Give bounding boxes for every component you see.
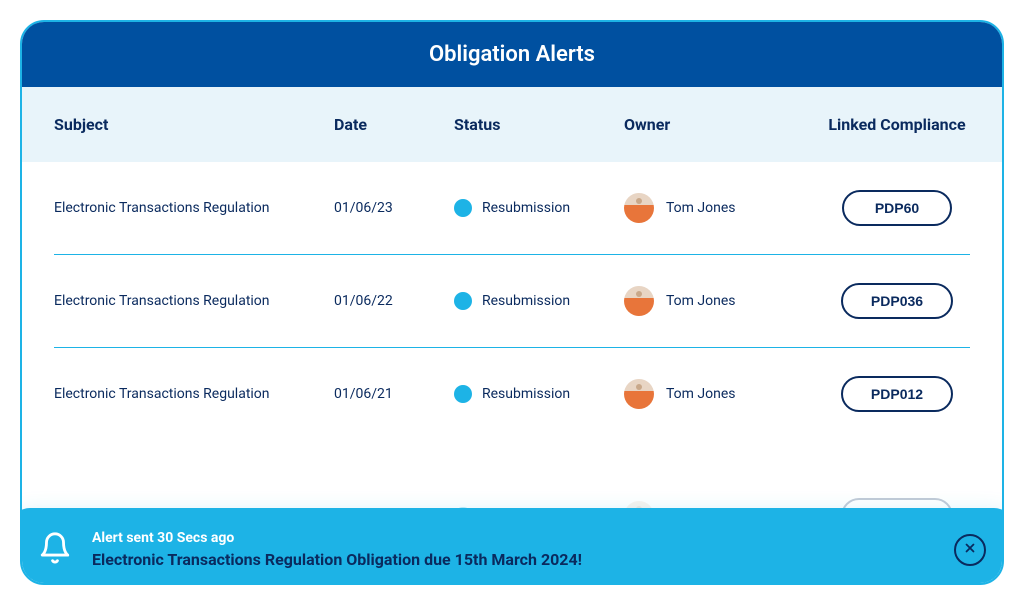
owner-name: Tom Jones [666, 293, 736, 309]
cell-subject: Electronic Transactions Regulation [54, 200, 334, 216]
cell-subject: Electronic Transactions Regulation [54, 293, 334, 309]
cell-date: 01/06/21 [334, 386, 454, 402]
table-row[interactable]: Electronic Transactions Regulation 01/06… [54, 162, 970, 255]
close-button[interactable] [954, 534, 986, 566]
cell-compliance: PDP012 [824, 376, 970, 412]
avatar-icon [624, 379, 654, 409]
col-subject: Subject [54, 115, 334, 134]
col-linked: Linked Compliance [824, 115, 970, 134]
compliance-pill-button[interactable]: PDP60 [842, 190, 952, 226]
table-header: Subject Date Status Owner Linked Complia… [22, 87, 1002, 162]
avatar-icon [624, 193, 654, 223]
status-dot-icon [454, 292, 472, 310]
table-body: Electronic Transactions Regulation 01/06… [22, 162, 1002, 440]
cell-status: Resubmission [454, 292, 624, 310]
compliance-pill-button[interactable]: PDP036 [841, 283, 953, 319]
owner-name: Tom Jones [666, 386, 736, 402]
cell-date: 01/06/22 [334, 293, 454, 309]
alert-toast: Alert sent 30 Secs ago Electronic Transa… [20, 508, 1004, 585]
status-label: Resubmission [482, 386, 570, 402]
cell-status: Resubmission [454, 385, 624, 403]
cell-owner: Tom Jones [624, 193, 824, 223]
status-dot-icon [454, 385, 472, 403]
table-row[interactable]: Electronic Transactions Regulation 01/06… [54, 348, 970, 440]
cell-compliance: PDP60 [824, 190, 970, 226]
cell-subject: Electronic Transactions Regulation [54, 386, 334, 402]
cell-status: Resubmission [454, 199, 624, 217]
alerts-card: Obligation Alerts Subject Date Status Ow… [20, 20, 1004, 585]
cell-owner: Tom Jones [624, 286, 824, 316]
col-status: Status [454, 115, 624, 134]
close-icon [963, 541, 977, 558]
status-dot-icon [454, 199, 472, 217]
card-title: Obligation Alerts [22, 22, 1002, 87]
cell-date: 01/06/23 [334, 200, 454, 216]
table-row[interactable]: Electronic Transactions Regulation 01/06… [54, 255, 970, 348]
compliance-pill-button[interactable]: PDP012 [841, 376, 953, 412]
owner-name: Tom Jones [666, 200, 736, 216]
status-label: Resubmission [482, 200, 570, 216]
toast-body: Alert sent 30 Secs ago Electronic Transa… [92, 530, 934, 569]
bell-icon [38, 531, 72, 569]
cell-owner: Tom Jones [624, 379, 824, 409]
toast-message: Electronic Transactions Regulation Oblig… [92, 550, 934, 569]
cell-compliance: PDP036 [824, 283, 970, 319]
toast-time: Alert sent 30 Secs ago [92, 530, 934, 546]
col-owner: Owner [624, 115, 824, 134]
avatar-icon [624, 286, 654, 316]
status-label: Resubmission [482, 293, 570, 309]
col-date: Date [334, 115, 454, 134]
